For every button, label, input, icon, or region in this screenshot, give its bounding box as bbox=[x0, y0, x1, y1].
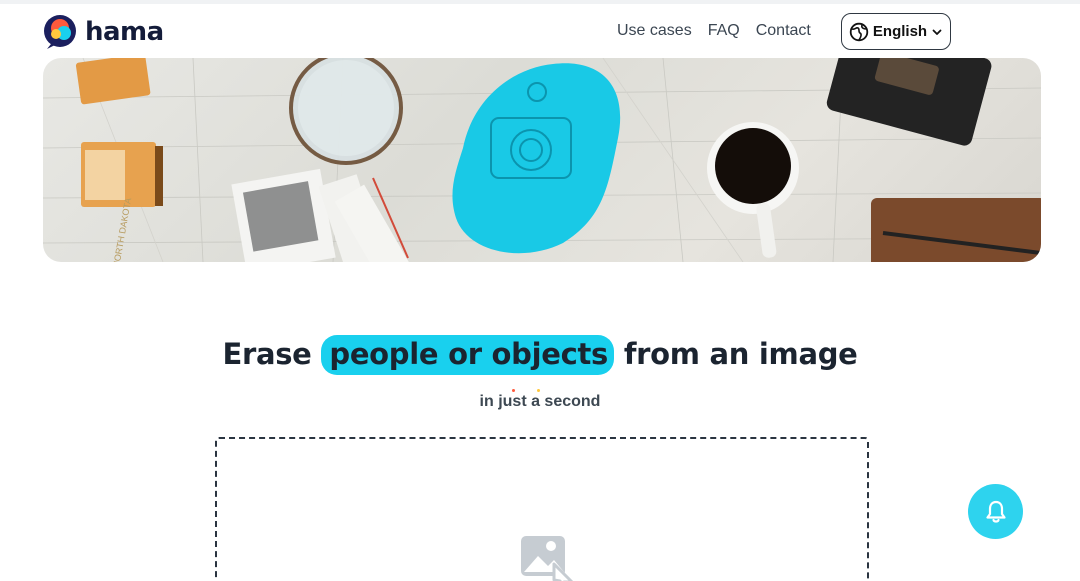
globe-icon bbox=[849, 22, 869, 41]
hero-banner: NORTH DAKOTA bbox=[43, 58, 1041, 262]
film-box bbox=[75, 58, 163, 207]
nav-contact[interactable]: Contact bbox=[756, 22, 811, 40]
nav-faq[interactable]: FAQ bbox=[708, 22, 740, 40]
page-title: Erase people or objects from an image bbox=[0, 335, 1080, 375]
language-label: English bbox=[872, 23, 928, 40]
site-header: hama Use cases FAQ Contact English bbox=[0, 4, 1080, 58]
headline-after: from an image bbox=[623, 337, 858, 371]
nav-use-cases[interactable]: Use cases bbox=[617, 22, 692, 40]
logo-link[interactable]: hama bbox=[43, 14, 164, 50]
subheadline: in just a second bbox=[479, 393, 601, 410]
bell-icon bbox=[985, 500, 1006, 523]
decor-dot-yellow bbox=[537, 389, 540, 392]
chevron-down-icon bbox=[932, 29, 942, 35]
headline-highlight: people or objects bbox=[321, 335, 615, 375]
notification-button[interactable] bbox=[968, 484, 1023, 539]
upload-dropzone[interactable] bbox=[215, 437, 869, 581]
hama-logo-icon bbox=[44, 15, 76, 49]
hero-illustration: NORTH DAKOTA bbox=[43, 58, 1041, 262]
headline-before: Erase bbox=[222, 337, 312, 371]
image-upload-icon bbox=[521, 536, 574, 581]
main-nav: Use cases FAQ Contact bbox=[617, 22, 811, 40]
language-selector[interactable]: English bbox=[841, 13, 951, 50]
decor-dot-red bbox=[512, 389, 515, 392]
brand-name: hama bbox=[85, 17, 164, 47]
